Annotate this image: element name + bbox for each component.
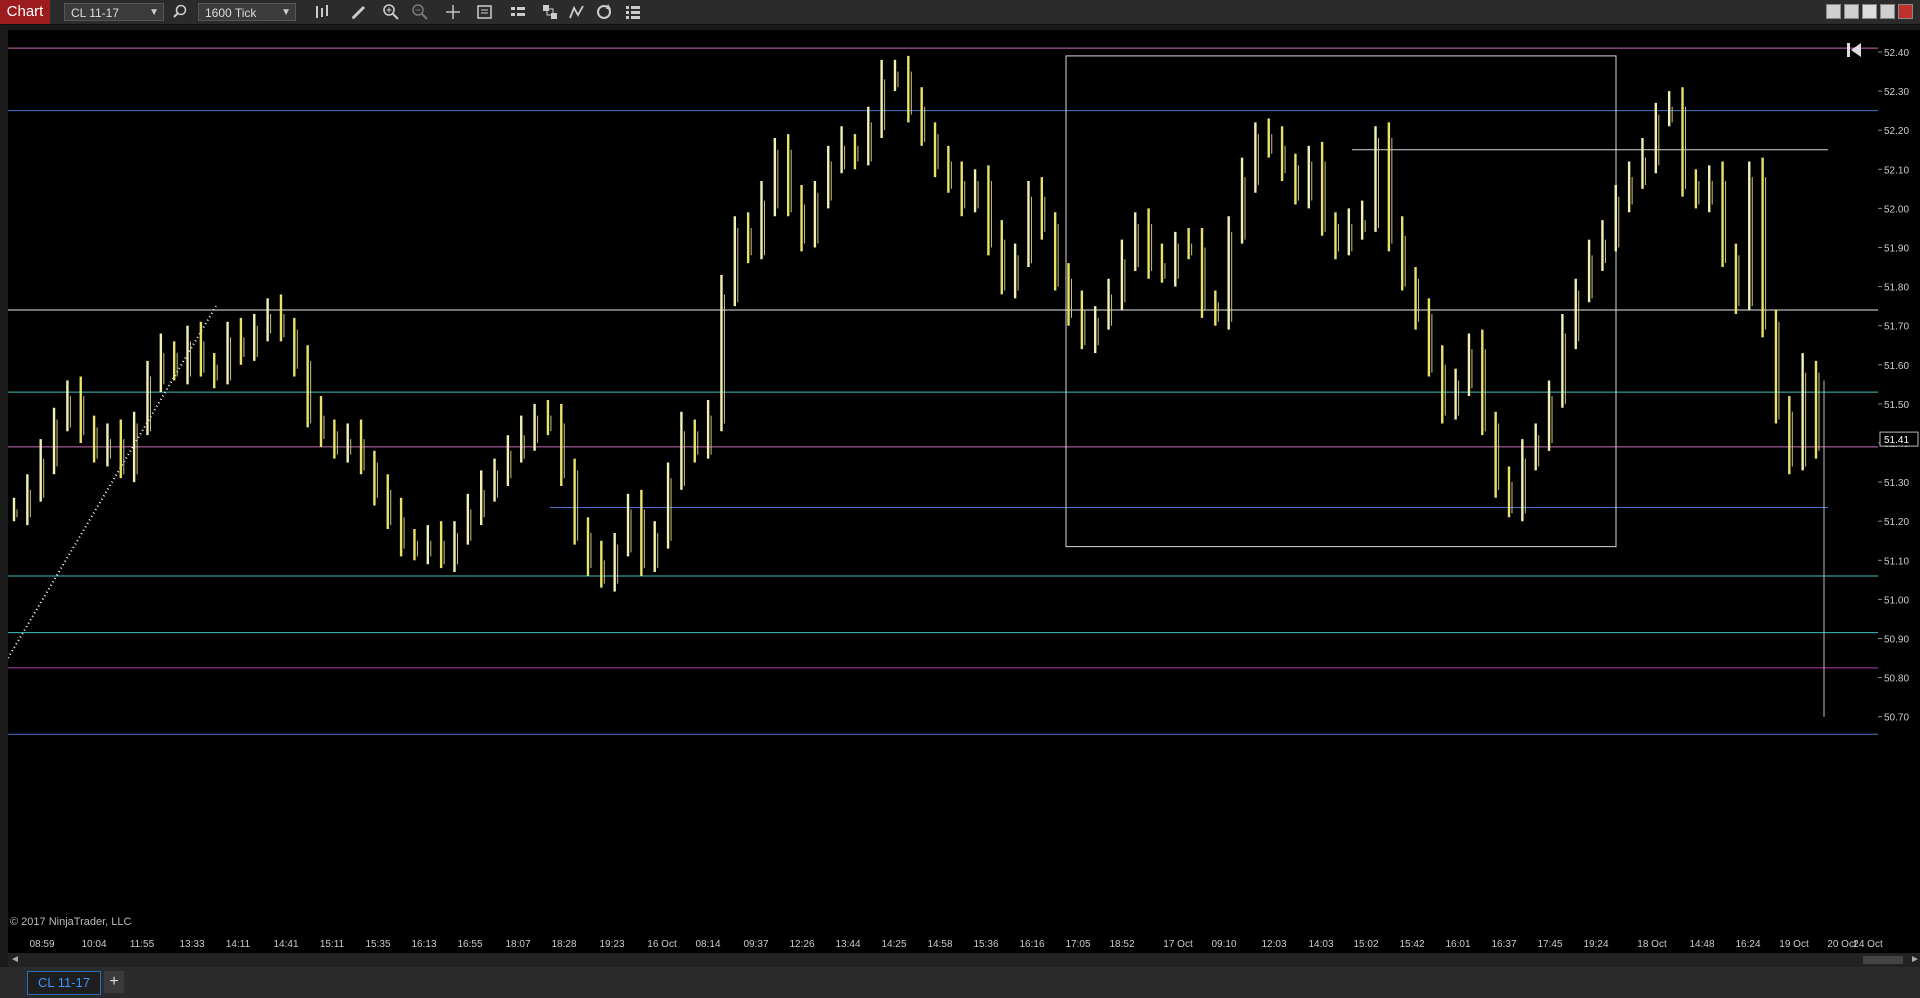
price-tick-label: 52.00 xyxy=(1884,204,1909,215)
interval-value: 1600 Tick xyxy=(205,6,257,20)
price-tick-label: 50.90 xyxy=(1884,635,1909,646)
last-price-label: 51.41 xyxy=(1884,435,1909,446)
price-tick-label: 51.30 xyxy=(1884,478,1909,489)
price-tick-label: 52.30 xyxy=(1884,87,1909,98)
price-tick-label: 50.80 xyxy=(1884,674,1909,685)
price-tick-label: 51.00 xyxy=(1884,595,1909,606)
time-tick-label: 19:23 xyxy=(599,939,624,950)
time-tick-label: 18:28 xyxy=(551,939,576,950)
price-tick-label: 51.10 xyxy=(1884,556,1909,567)
price-tick-label: 52.10 xyxy=(1884,165,1909,176)
time-tick-label: 14:11 xyxy=(226,939,251,950)
rectangle-drawing[interactable] xyxy=(1065,55,1617,548)
price-tick-label: 51.20 xyxy=(1884,517,1909,528)
zoom-in-icon[interactable] xyxy=(381,2,401,22)
time-tick-label: 16:24 xyxy=(1735,939,1760,950)
time-tick-label: 11:55 xyxy=(130,939,155,950)
time-tick-label: 09:37 xyxy=(743,939,768,950)
close-icon[interactable] xyxy=(1898,4,1913,19)
minimize-icon[interactable] xyxy=(1862,4,1877,19)
time-tick-label: 16:13 xyxy=(411,939,436,950)
strategies-icon[interactable] xyxy=(540,2,560,22)
price-axis[interactable]: 52.40 52.30 52.20 52.10 52.00 51.90 51.80 51.70… xyxy=(1878,30,1920,940)
data-box-icon[interactable] xyxy=(508,2,528,22)
time-tick-label: 19 Oct xyxy=(1779,939,1809,950)
maximize-icon[interactable] xyxy=(1844,4,1859,19)
time-tick-label: 16:37 xyxy=(1491,939,1516,950)
time-tick-label: 19:24 xyxy=(1583,939,1608,950)
time-tick-label: 16:01 xyxy=(1445,939,1470,950)
search-icon[interactable] xyxy=(170,2,190,22)
time-tick-label: 16:55 xyxy=(457,939,482,950)
time-tick-label: 18:07 xyxy=(505,939,530,950)
time-tick-label: 14:03 xyxy=(1308,939,1333,950)
price-tick-label: 52.40 xyxy=(1884,48,1909,59)
time-tick-label: 17:05 xyxy=(1065,939,1090,950)
time-tick-label: 12:26 xyxy=(789,939,814,950)
time-tick-label: 14:48 xyxy=(1689,939,1714,950)
zoom-out-icon[interactable] xyxy=(410,2,430,22)
indicators-icon[interactable] xyxy=(567,2,587,22)
time-tick-label: 17:45 xyxy=(1537,939,1562,950)
time-tick-label: 12:03 xyxy=(1261,939,1286,950)
bar-type-icon[interactable] xyxy=(312,2,332,22)
time-tick-label: 15:36 xyxy=(973,939,998,950)
trend-line[interactable] xyxy=(7,305,217,659)
scroll-left-icon[interactable]: ◄ xyxy=(10,954,20,965)
copyright-text: © 2017 NinjaTrader, LLC xyxy=(10,916,132,928)
price-chart[interactable]: © 2017 NinjaTrader, LLC xyxy=(7,30,1878,940)
scroll-right-icon[interactable]: ► xyxy=(1910,954,1920,965)
scroll-to-end-icon[interactable] xyxy=(1844,40,1864,60)
price-tick-label: 51.80 xyxy=(1884,283,1909,294)
chart-canvas[interactable] xyxy=(7,30,1878,940)
popout-icon[interactable] xyxy=(1880,4,1895,19)
window-title: Chart xyxy=(0,0,50,24)
time-tick-label: 15:42 xyxy=(1399,939,1424,950)
tab-cl-11-17[interactable]: CL 11-17 xyxy=(27,971,101,995)
price-tick-label: 51.60 xyxy=(1884,361,1909,372)
price-tick-label: 51.90 xyxy=(1884,244,1909,255)
add-tab-button[interactable]: + xyxy=(104,971,124,993)
time-tick-label: 13:33 xyxy=(179,939,204,950)
time-tick-label: 08:14 xyxy=(695,939,720,950)
instrument-selector[interactable]: CL 11-17 ▼ xyxy=(64,3,164,21)
time-tick-label: 14:41 xyxy=(273,939,298,950)
time-tick-label: 15:35 xyxy=(365,939,390,950)
chevron-down-icon: ▼ xyxy=(149,7,159,18)
pencil-icon[interactable] xyxy=(349,2,369,22)
chevron-down-icon: ▼ xyxy=(281,7,291,18)
instrument-value: CL 11-17 xyxy=(71,6,120,20)
horizontal-scrollbar[interactable]: ◄ ► xyxy=(8,953,1920,967)
time-tick-label: 17 Oct xyxy=(1163,939,1193,950)
time-tick-label: 18 Oct xyxy=(1637,939,1667,950)
chart-toolbar: Chart CL 11-17 ▼ 1600 Tick ▼ xyxy=(0,0,1920,25)
crosshair-icon[interactable] xyxy=(443,2,463,22)
time-tick-label: 10:04 xyxy=(81,939,106,950)
interval-selector[interactable]: 1600 Tick ▼ xyxy=(198,3,296,21)
list-icon[interactable] xyxy=(623,2,643,22)
time-tick-label: 18:52 xyxy=(1109,939,1134,950)
time-tick-label: 14:58 xyxy=(927,939,952,950)
time-tick-label: 16:16 xyxy=(1019,939,1044,950)
tab-bar: CL 11-17 + xyxy=(0,967,1920,998)
restore-icon[interactable] xyxy=(1826,4,1841,19)
scrollbar-thumb[interactable] xyxy=(1863,956,1903,964)
time-tick-label: 15:11 xyxy=(320,939,345,950)
time-tick-label: 24 Oct xyxy=(1853,939,1883,950)
price-tick-label: 50.70 xyxy=(1884,713,1909,724)
time-tick-label: 08:59 xyxy=(29,939,54,950)
price-tick-label: 52.20 xyxy=(1884,126,1909,137)
time-axis[interactable]: 08:59 10:04 11:55 13:33 14:11 14:41 15:11 15:35… xyxy=(8,933,1920,953)
price-tick-label: 51.50 xyxy=(1884,400,1909,411)
price-tick-label: 51.70 xyxy=(1884,322,1909,333)
time-tick-label: 15:02 xyxy=(1353,939,1378,950)
reload-icon[interactable] xyxy=(594,2,614,22)
time-tick-label: 13:44 xyxy=(835,939,860,950)
time-tick-label: 09:10 xyxy=(1211,939,1236,950)
properties-icon[interactable] xyxy=(475,2,495,22)
time-tick-label: 14:25 xyxy=(881,939,906,950)
time-tick-label: 16 Oct xyxy=(647,939,677,950)
